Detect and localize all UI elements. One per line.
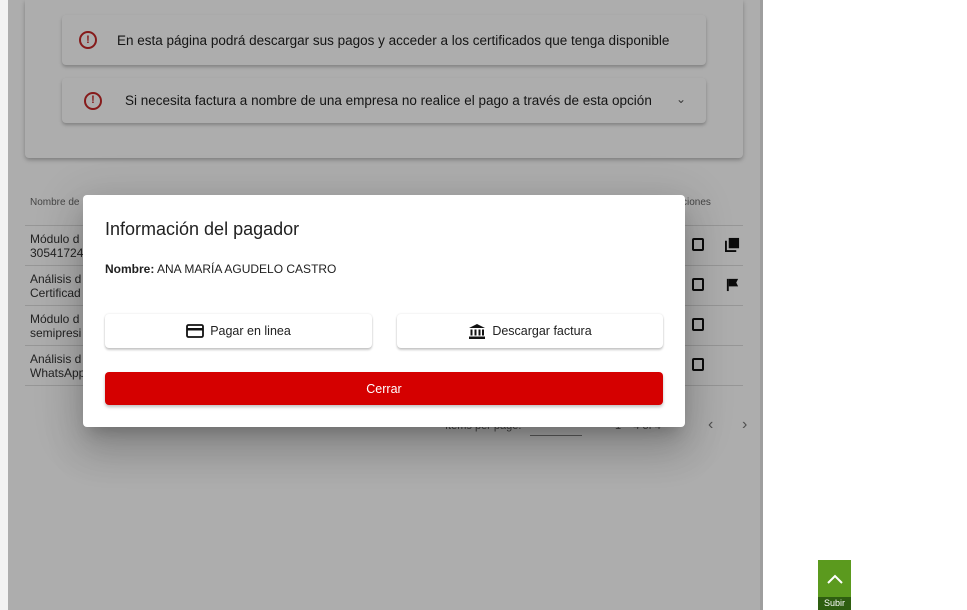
back-to-top-button[interactable]: Subir — [818, 560, 851, 610]
back-to-top-label: Subir — [818, 597, 851, 610]
page-divider — [760, 0, 763, 610]
payer-name-line: Nombre: ANA MARÍA AGUDELO CASTRO — [105, 262, 336, 276]
credit-card-icon — [186, 324, 205, 338]
payer-info-dialog: Información del pagador Nombre: ANA MARÍ… — [83, 195, 685, 427]
pay-online-label: Pagar en linea — [210, 324, 291, 338]
payer-name-label: Nombre: — [105, 262, 155, 276]
download-invoice-label: Descargar factura — [492, 324, 592, 338]
bank-icon — [468, 323, 486, 340]
download-invoice-button[interactable]: Descargar factura — [397, 314, 663, 348]
dialog-title: Información del pagador — [105, 219, 300, 239]
pay-online-button[interactable]: Pagar en linea — [105, 314, 372, 348]
chevron-up-icon — [818, 560, 851, 597]
close-button[interactable]: Cerrar — [105, 372, 663, 405]
page-edge — [0, 0, 8, 610]
payer-name-value: ANA MARÍA AGUDELO CASTRO — [157, 262, 337, 276]
